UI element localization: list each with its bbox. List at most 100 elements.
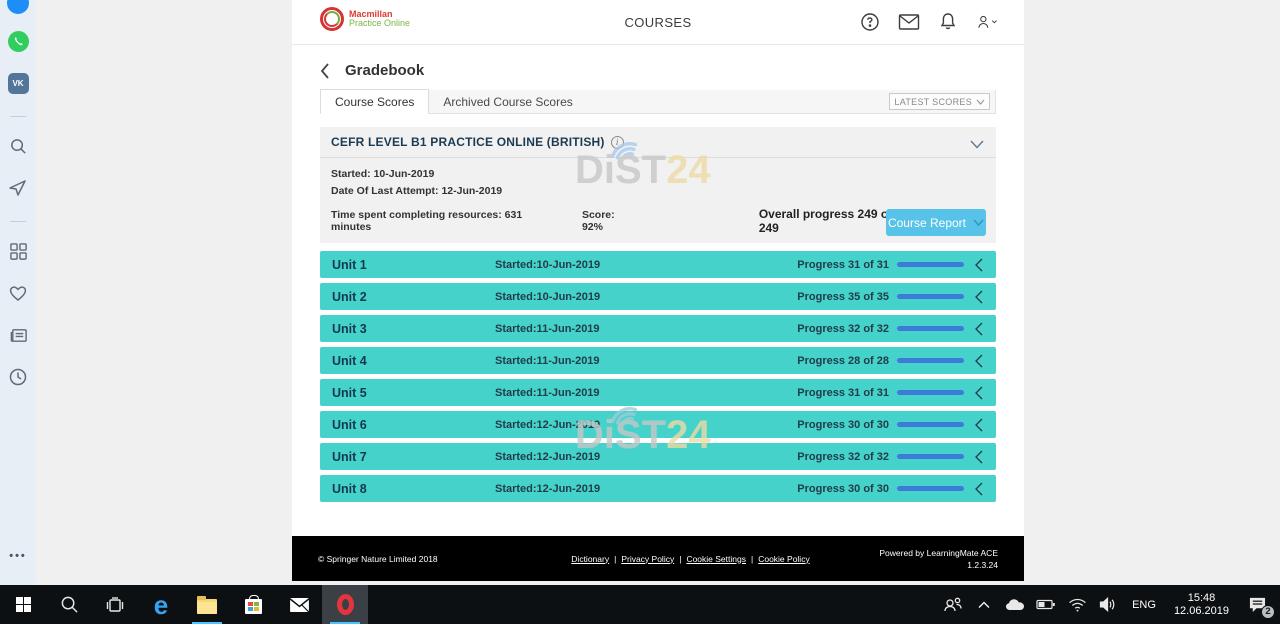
- help-icon[interactable]: [859, 11, 881, 33]
- tray-time: 15:48: [1174, 592, 1229, 605]
- unit-started: Started:12-Jun-2019: [495, 451, 797, 463]
- bookmarks-heart-icon[interactable]: [7, 282, 29, 304]
- unit-started: Started:11-Jun-2019: [495, 355, 797, 367]
- news-icon[interactable]: [7, 324, 29, 346]
- unit-row[interactable]: Unit 7 Started:12-Jun-2019 Progress 32 o…: [320, 443, 996, 470]
- task-view-icon[interactable]: [92, 585, 138, 624]
- vk-icon[interactable]: VK: [7, 72, 29, 94]
- units-list: Unit 1 Started:10-Jun-2019 Progress 31 o…: [320, 251, 996, 502]
- chevron-left-icon[interactable]: [964, 450, 994, 464]
- course-panel: CEFR LEVEL B1 PRACTICE ONLINE (BRITISH) …: [320, 127, 996, 243]
- speed-dial-icon[interactable]: [7, 240, 29, 262]
- page-footer: © Springer Nature Limited 2018 Dictionar…: [292, 536, 1024, 581]
- course-report-button[interactable]: Course Report: [886, 209, 986, 236]
- start-icon[interactable]: [0, 585, 46, 624]
- my-flow-icon[interactable]: [7, 177, 29, 199]
- footer-version: 1.2.3.24: [848, 559, 998, 571]
- chevron-left-icon[interactable]: [964, 258, 994, 272]
- unit-row[interactable]: Unit 5 Started:11-Jun-2019 Progress 31 o…: [320, 379, 996, 406]
- action-center-icon[interactable]: 2: [1242, 590, 1272, 620]
- search-icon[interactable]: [7, 135, 29, 157]
- unit-row[interactable]: Unit 1 Started:10-Jun-2019 Progress 31 o…: [320, 251, 996, 278]
- unit-progress-bar: [897, 262, 964, 267]
- notification-badge: 2: [1261, 605, 1275, 619]
- sidebar-divider: [10, 116, 26, 117]
- unit-started: Started:12-Jun-2019: [495, 419, 797, 431]
- history-clock-icon[interactable]: [7, 366, 29, 388]
- chevron-left-icon[interactable]: [964, 322, 994, 336]
- footer-links: Dictionary | Privacy Policy | Cookie Setting…: [533, 554, 848, 564]
- course-time-spent: Time spent completing resources: 631 min…: [331, 209, 554, 233]
- onedrive-cloud-icon[interactable]: [1003, 590, 1027, 620]
- tab-archived-course-scores[interactable]: Archived Course Scores: [429, 90, 586, 113]
- mail-icon[interactable]: [898, 11, 920, 33]
- footer-link-separator: |: [614, 554, 616, 564]
- course-report-label: Course Report: [888, 216, 966, 230]
- whatsapp-icon[interactable]: [7, 30, 29, 52]
- volume-icon[interactable]: [1096, 590, 1120, 620]
- battery-icon[interactable]: [1034, 590, 1058, 620]
- unit-row[interactable]: Unit 8 Started:12-Jun-2019 Progress 30 o…: [320, 475, 996, 502]
- footer-link-separator: |: [679, 554, 681, 564]
- unit-name: Unit 7: [332, 450, 495, 464]
- footer-link[interactable]: Dictionary: [571, 554, 609, 564]
- unit-progress-bar: [897, 294, 964, 299]
- unit-row[interactable]: Unit 4 Started:11-Jun-2019 Progress 28 o…: [320, 347, 996, 374]
- unit-row[interactable]: Unit 3 Started:11-Jun-2019 Progress 32 o…: [320, 315, 996, 342]
- messenger-icon[interactable]: [7, 0, 29, 14]
- brand-logo-block[interactable]: Macmillan Practice Online: [320, 7, 410, 31]
- tray-chevron-up-icon[interactable]: [972, 590, 996, 620]
- unit-name: Unit 6: [332, 418, 495, 432]
- wifi-icon[interactable]: [1065, 590, 1089, 620]
- edge-icon[interactable]: e: [138, 585, 184, 624]
- chevron-left-icon[interactable]: [964, 354, 994, 368]
- web-page: Macmillan Practice Online COURSES: [292, 0, 1024, 581]
- account-icon[interactable]: [976, 11, 998, 33]
- tab-course-scores[interactable]: Course Scores: [320, 89, 429, 114]
- footer-link[interactable]: Cookie Settings: [686, 554, 746, 564]
- latest-scores-dropdown[interactable]: LATEST SCORES: [889, 93, 990, 110]
- bell-icon[interactable]: [937, 11, 959, 33]
- macmillan-logo-icon: [320, 7, 344, 31]
- chevron-down-icon: [976, 99, 985, 105]
- course-panel-header[interactable]: CEFR LEVEL B1 PRACTICE ONLINE (BRITISH) …: [320, 127, 996, 158]
- course-title: CEFR LEVEL B1 PRACTICE ONLINE (BRITISH): [331, 135, 605, 149]
- chevron-left-icon[interactable]: [964, 482, 994, 496]
- unit-progress-label: Progress 31 of 31: [797, 387, 889, 399]
- back-chevron-icon[interactable]: [320, 63, 336, 79]
- chevron-left-icon[interactable]: [964, 418, 994, 432]
- unit-row[interactable]: Unit 2 Started:10-Jun-2019 Progress 35 o…: [320, 283, 996, 310]
- unit-name: Unit 3: [332, 322, 495, 336]
- unit-name: Unit 4: [332, 354, 495, 368]
- clock-indicator[interactable]: 15:48 12.06.2019: [1168, 592, 1235, 618]
- language-indicator[interactable]: ENG: [1127, 599, 1161, 611]
- unit-progress-label: Progress 30 of 30: [797, 419, 889, 431]
- latest-scores-label: LATEST SCORES: [894, 97, 972, 107]
- taskbar-search-icon[interactable]: [46, 585, 92, 624]
- chevron-down-icon[interactable]: [970, 136, 984, 154]
- page-title: Gradebook: [345, 62, 424, 79]
- unit-progress-label: Progress 30 of 30: [797, 483, 889, 495]
- tabstrip: Course Scores Archived Course Scores LAT…: [320, 90, 996, 114]
- footer-link[interactable]: Cookie Policy: [758, 554, 810, 564]
- file-explorer-icon[interactable]: [184, 585, 230, 624]
- people-icon[interactable]: [941, 590, 965, 620]
- footer-powered-by: Powered by LearningMate ACE: [848, 547, 998, 559]
- footer-link[interactable]: Privacy Policy: [621, 554, 674, 564]
- unit-progress-bar: [897, 358, 964, 363]
- unit-name: Unit 2: [332, 290, 495, 304]
- unit-row[interactable]: Unit 6 Started:12-Jun-2019 Progress 30 o…: [320, 411, 996, 438]
- info-icon[interactable]: i: [611, 136, 624, 149]
- unit-progress-bar: [897, 390, 964, 395]
- unit-started: Started:10-Jun-2019: [495, 291, 797, 303]
- chevron-left-icon[interactable]: [964, 386, 994, 400]
- unit-started: Started:11-Jun-2019: [495, 387, 797, 399]
- opera-icon[interactable]: [322, 585, 368, 624]
- chevron-left-icon[interactable]: [964, 290, 994, 304]
- store-icon[interactable]: [230, 585, 276, 624]
- mail-app-icon[interactable]: [276, 585, 322, 624]
- unit-name: Unit 8: [332, 482, 495, 496]
- unit-progress-label: Progress 31 of 31: [797, 259, 889, 271]
- brand-line2: Practice Online: [349, 19, 410, 28]
- more-dots-icon[interactable]: •••: [9, 550, 27, 562]
